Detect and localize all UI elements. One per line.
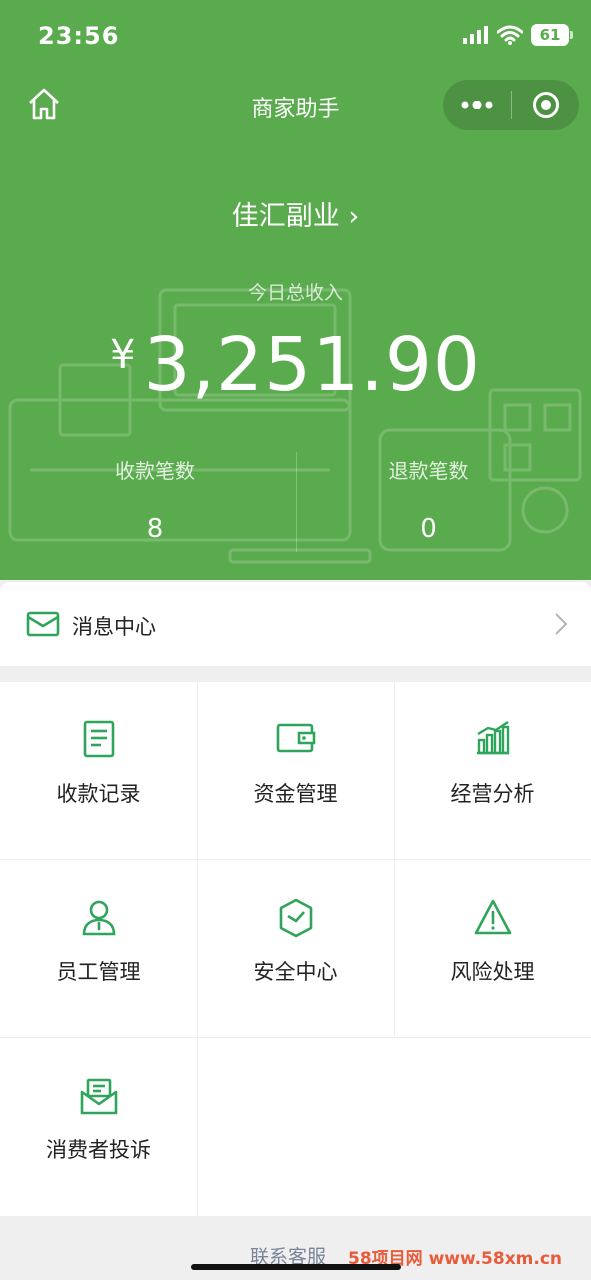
target-close-icon — [532, 92, 559, 118]
mini-program-capsule — [443, 80, 579, 130]
complaint-mail-icon — [80, 1078, 117, 1115]
stat-value: 8 — [146, 514, 164, 544]
grid-item-label: 收款记录 — [56, 782, 141, 806]
stat-payments[interactable]: 收款笔数 8 — [15, 455, 295, 544]
stat-label: 退款笔数 — [388, 459, 469, 483]
wallet-icon — [276, 723, 315, 753]
grid-item-consumer-complaints[interactable]: 消费者投诉 — [0, 1038, 197, 1216]
message-center-row[interactable]: 消息中心 — [0, 582, 591, 666]
grid-item-label: 资金管理 — [253, 782, 338, 806]
home-indicator — [191, 1264, 401, 1270]
currency-symbol: ¥ — [110, 332, 136, 378]
more-dots-icon — [461, 101, 493, 109]
store-name-link[interactable]: 佳汇副业 › — [0, 194, 591, 233]
receipt-icon — [83, 720, 114, 758]
grid-item-label: 消费者投诉 — [46, 1138, 151, 1162]
grid-item-business-analysis[interactable]: 经营分析 — [394, 682, 591, 860]
battery-indicator: 61 — [531, 24, 573, 46]
more-button[interactable] — [443, 80, 511, 130]
person-icon — [82, 900, 115, 936]
grid-item-label: 员工管理 — [56, 960, 141, 984]
stat-value: 0 — [420, 514, 437, 544]
amount-value: 3,251.90 — [143, 322, 481, 408]
status-icons: 61 — [463, 24, 573, 46]
status-bar: 23:56 61 — [0, 0, 591, 70]
grid-item-label: 经营分析 — [450, 782, 535, 806]
grid-item-label: 安全中心 — [253, 960, 338, 984]
warning-icon — [474, 899, 511, 935]
grid-item-payment-records[interactable]: 收款记录 — [0, 682, 197, 860]
envelope-icon — [26, 611, 60, 637]
feature-grid: 收款记录 资金管理 经营分析 员工管理 安全中心 风险处理 消费者投诉 — [0, 682, 591, 1216]
bar-chart-icon — [476, 721, 509, 755]
header-panel: 23:56 61 商家助手 佳汇副业 › 今日总收入 ¥ 3,251.90 收款… — [0, 0, 591, 580]
status-time: 23:56 — [38, 22, 120, 50]
grid-item-security-center[interactable]: 安全中心 — [197, 860, 394, 1038]
nav-bar: 商家助手 — [0, 78, 591, 132]
grid-item-risk-handling[interactable]: 风险处理 — [394, 860, 591, 1038]
stat-refunds[interactable]: 退款笔数 0 — [296, 455, 561, 544]
grid-item-fund-management[interactable]: 资金管理 — [197, 682, 394, 860]
wifi-icon — [497, 25, 523, 45]
stat-label: 收款笔数 — [115, 459, 195, 483]
income-amount: ¥3,251.90 — [0, 322, 591, 408]
income-label: 今日总收入 — [247, 282, 343, 304]
chevron-right-icon — [555, 613, 568, 635]
grid-item-staff-management[interactable]: 员工管理 — [0, 860, 197, 1038]
grid-item-label: 风险处理 — [450, 960, 535, 984]
close-button[interactable] — [512, 80, 579, 130]
shield-icon — [279, 898, 312, 938]
signal-icon — [463, 26, 488, 44]
message-center-label: 消息中心 — [72, 615, 156, 639]
